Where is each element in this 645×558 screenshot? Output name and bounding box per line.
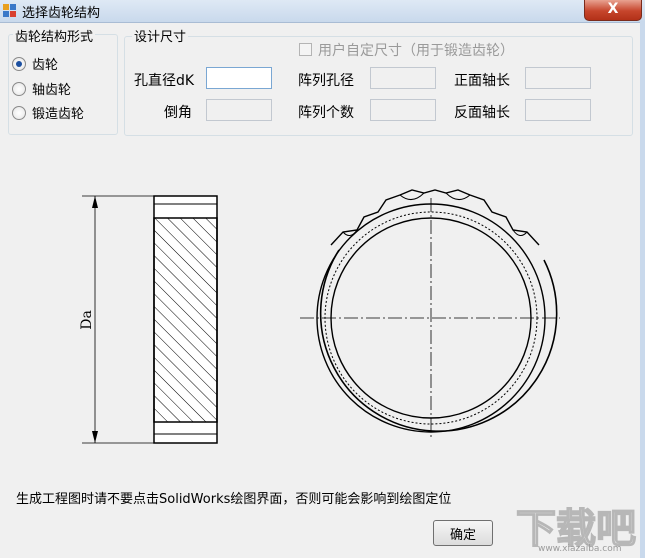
diameter-dimension-label: Da: [79, 310, 95, 330]
radio-gear[interactable]: 齿轮: [12, 54, 59, 73]
radio-forged-gear-label: 锻造齿轮: [32, 107, 85, 122]
custom-size-checkbox-box[interactable]: [299, 43, 312, 56]
design-group-title: 设计尺寸: [132, 26, 189, 45]
radio-shaft-gear-indicator[interactable]: [12, 82, 26, 96]
bore-dia-input[interactable]: [206, 67, 272, 89]
window-title: 选择齿轮结构: [22, 6, 101, 21]
back-hub-length-input[interactable]: [525, 99, 591, 121]
close-button[interactable]: X: [584, 0, 642, 21]
front-hub-length-label: 正面轴长: [454, 73, 510, 89]
array-count-input[interactable]: [370, 99, 436, 121]
gear-drawing: Da: [79, 189, 560, 444]
watermark-url: www.xiazaiba.com: [538, 544, 622, 554]
title-bar: 选择齿轮结构 X: [0, 0, 645, 23]
app-icon: [3, 4, 16, 17]
front-hub-length-input[interactable]: [525, 67, 591, 89]
radio-gear-indicator[interactable]: [12, 57, 26, 71]
array-hole-dia-label: 阵列孔径: [298, 73, 354, 89]
radio-forged-gear-indicator[interactable]: [12, 106, 26, 120]
window-right-border: [640, 22, 645, 558]
gear-front-view: [300, 189, 560, 440]
array-count-label: 阵列个数: [298, 105, 354, 121]
ok-button[interactable]: 确定: [433, 520, 493, 546]
radio-shaft-gear[interactable]: 轴齿轮: [12, 79, 72, 98]
array-hole-dia-input[interactable]: [370, 67, 436, 89]
radio-forged-gear[interactable]: 锻造齿轮: [12, 103, 85, 122]
chamfer-input[interactable]: [206, 99, 272, 121]
custom-size-checkbox[interactable]: 用户自定尺寸（用于锻造齿轮）: [299, 40, 514, 60]
gear-section-view: [82, 195, 218, 444]
chamfer-label: 倒角: [164, 105, 192, 121]
radio-shaft-gear-label: 轴齿轮: [32, 83, 72, 98]
custom-size-checkbox-label: 用户自定尺寸（用于锻造齿轮）: [318, 43, 514, 59]
structure-group-title: 齿轮结构形式: [13, 26, 96, 45]
bore-dia-label: 孔直径dK: [134, 73, 195, 89]
back-hub-length-label: 反面轴长: [454, 105, 510, 121]
warning-note: 生成工程图时请不要点击SolidWorks绘图界面，否则可能会影响到绘图定位: [16, 492, 452, 507]
radio-gear-label: 齿轮: [32, 58, 59, 73]
